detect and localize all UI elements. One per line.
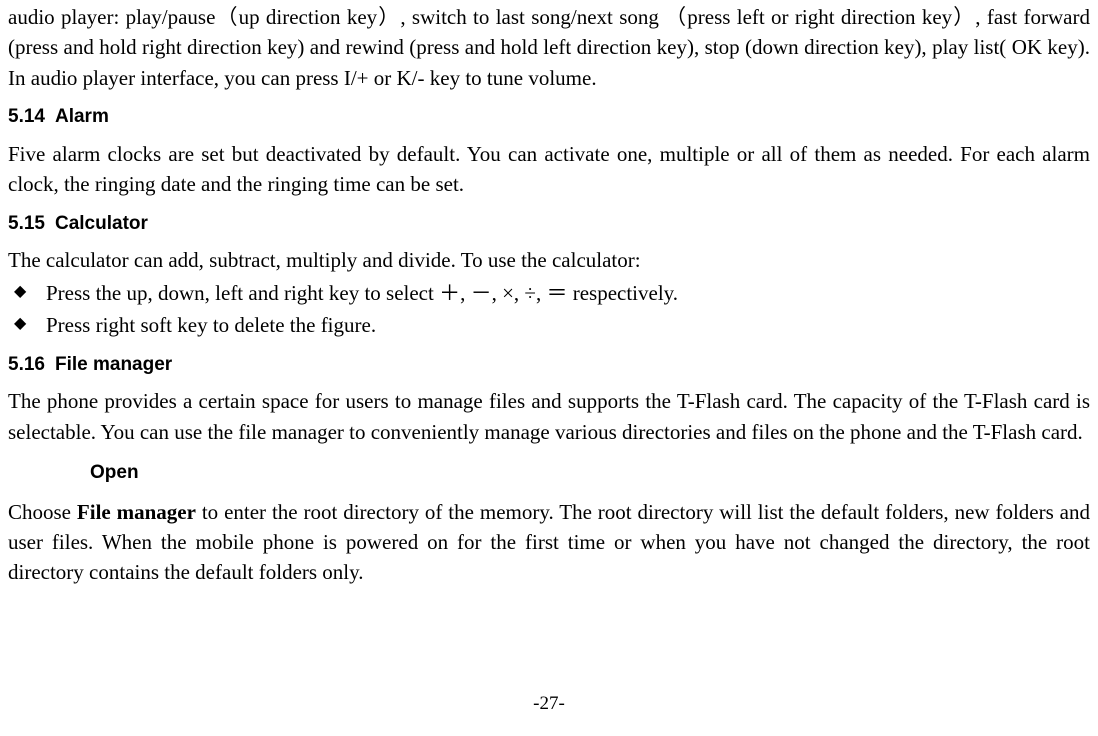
section-heading-file-manager: 5.16 File manager <box>8 351 1090 379</box>
list-item: Press right soft key to delete the figur… <box>10 310 1090 340</box>
open-body-bold: File manager <box>77 500 196 524</box>
section-number: 5.15 <box>8 210 45 238</box>
section-heading-calculator: 5.15 Calculator <box>8 210 1090 238</box>
open-body-prefix: Choose <box>8 500 77 524</box>
section-heading-alarm: 5.14 Alarm <box>8 103 1090 131</box>
intro-paragraph: audio player: play/pause（up direction ke… <box>8 2 1090 93</box>
section-title: File manager <box>55 354 172 375</box>
section-number: 5.16 <box>8 351 45 379</box>
section-title: Alarm <box>55 106 109 127</box>
section-number: 5.14 <box>8 103 45 131</box>
section-title: Calculator <box>55 213 148 234</box>
calculator-bullet-list: Press the up, down, left and right key t… <box>8 278 1090 341</box>
alarm-body: Five alarm clocks are set but deactivate… <box>8 139 1090 200</box>
open-body: Choose File manager to enter the root di… <box>8 497 1090 588</box>
subheading-open: Open <box>90 459 1090 487</box>
calculator-intro: The calculator can add, subtract, multip… <box>8 245 1090 275</box>
list-item: Press the up, down, left and right key t… <box>10 278 1090 308</box>
page-number: -27- <box>0 690 1098 718</box>
file-manager-body: The phone provides a certain space for u… <box>8 386 1090 447</box>
